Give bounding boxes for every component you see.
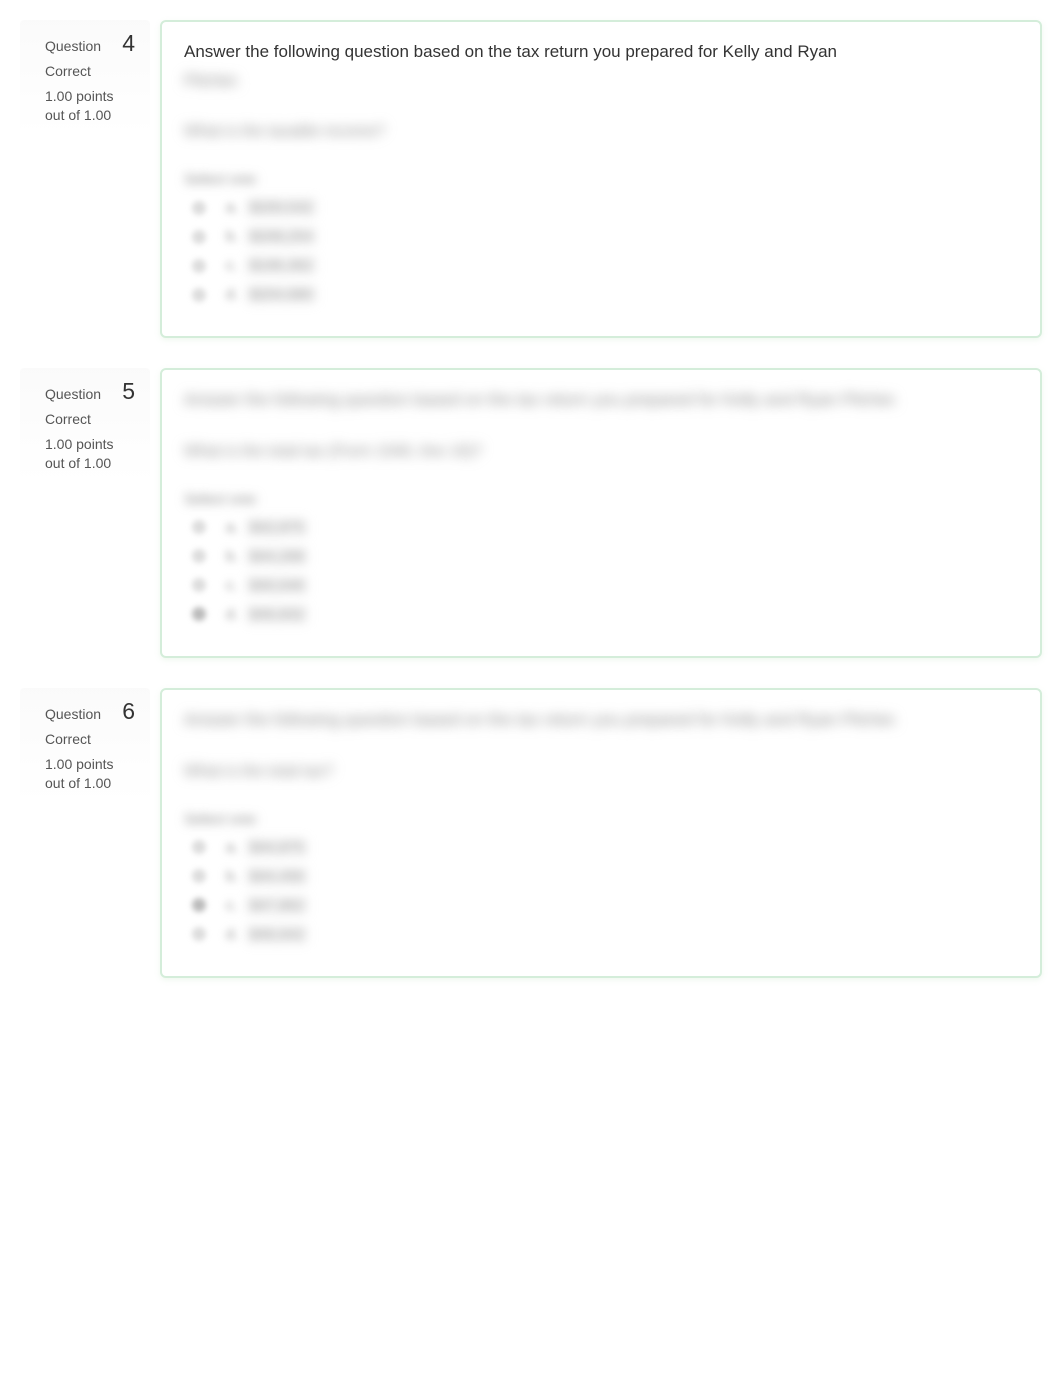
option-letter: a. xyxy=(226,839,240,856)
option-letter: a. xyxy=(226,519,240,536)
option-row[interactable]: d. $204,680 xyxy=(184,285,1018,304)
question-text: Answer the following question based on t… xyxy=(184,40,1018,65)
question-points: 1.00 points out of 1.00 xyxy=(45,755,135,793)
question-sub-prompt: What is the taxable income? xyxy=(184,123,1018,141)
question-block: Question 5 Correct 1.00 points out of 1.00 A… xyxy=(20,368,1042,658)
option-value: $44,875 xyxy=(246,838,308,857)
question-label-row: Question 5 xyxy=(45,378,135,405)
option-row[interactable]: a. $200,542 xyxy=(184,198,1018,217)
option-value: $44,456 xyxy=(246,867,308,886)
question-points: 1.00 points out of 1.00 xyxy=(45,87,135,125)
radio-icon[interactable] xyxy=(192,230,206,244)
option-value: $200,542 xyxy=(246,198,317,217)
question-info-panel: Question 5 Correct 1.00 points out of 1.00 xyxy=(20,368,150,483)
radio-icon[interactable] xyxy=(192,578,206,592)
select-one-label: Select one: xyxy=(184,811,1018,828)
option-letter: a. xyxy=(226,199,240,216)
question-label: Question xyxy=(45,38,101,54)
question-label-row: Question 4 xyxy=(45,30,135,57)
question-content-panel: Answer the following question based on t… xyxy=(160,688,1042,978)
option-value: $196,362 xyxy=(246,256,317,275)
question-points: 1.00 points out of 1.00 xyxy=(45,435,135,473)
radio-icon[interactable] xyxy=(192,869,206,883)
option-row[interactable]: c. $196,362 xyxy=(184,256,1018,275)
option-letter: d. xyxy=(226,606,240,623)
option-letter: b. xyxy=(226,548,240,565)
question-label: Question xyxy=(45,706,101,722)
question-text-blurred: Answer the following question based on t… xyxy=(184,388,1018,413)
radio-icon[interactable] xyxy=(192,259,206,273)
select-one-label: Select one: xyxy=(184,491,1018,508)
question-block: Question 4 Correct 1.00 points out of 1.00 A… xyxy=(20,20,1042,338)
option-letter: c. xyxy=(226,257,240,274)
option-row[interactable]: d. $46,642 xyxy=(184,925,1018,944)
option-letter: d. xyxy=(226,926,240,943)
radio-icon[interactable] xyxy=(192,898,206,912)
option-value: $208,254 xyxy=(246,227,317,246)
question-text-blurred: Pitcher. xyxy=(184,69,1018,94)
radio-icon[interactable] xyxy=(192,927,206,941)
option-letter: c. xyxy=(226,577,240,594)
option-row[interactable]: c. $47,862 xyxy=(184,896,1018,915)
question-number: 6 xyxy=(122,698,135,725)
option-row[interactable]: d. $46,832 xyxy=(184,605,1018,624)
option-letter: b. xyxy=(226,868,240,885)
radio-icon[interactable] xyxy=(192,840,206,854)
option-letter: d. xyxy=(226,286,240,303)
question-number: 4 xyxy=(122,30,135,57)
question-status: Correct xyxy=(45,411,135,427)
question-status: Correct xyxy=(45,63,135,79)
question-info-panel: Question 6 Correct 1.00 points out of 1.00 xyxy=(20,688,150,803)
question-content-panel: Answer the following question based on t… xyxy=(160,368,1042,658)
option-row[interactable]: b. $208,254 xyxy=(184,227,1018,246)
radio-icon[interactable] xyxy=(192,201,206,215)
option-value: $42,875 xyxy=(246,518,308,537)
radio-icon[interactable] xyxy=(192,288,206,302)
option-value: $40,646 xyxy=(246,576,308,595)
question-number: 5 xyxy=(122,378,135,405)
option-value: $46,832 xyxy=(246,605,308,624)
question-sub-prompt: What is the total tax (Form 1040, line 1… xyxy=(184,443,1018,461)
option-value: $47,862 xyxy=(246,896,308,915)
option-value: $44,268 xyxy=(246,547,308,566)
option-row[interactable]: b. $44,456 xyxy=(184,867,1018,886)
option-value: $46,642 xyxy=(246,925,308,944)
question-info-panel: Question 4 Correct 1.00 points out of 1.00 xyxy=(20,20,150,135)
radio-icon[interactable] xyxy=(192,549,206,563)
option-value: $204,680 xyxy=(246,285,317,304)
question-text-blurred: Answer the following question based on t… xyxy=(184,708,1018,733)
option-letter: c. xyxy=(226,897,240,914)
question-status: Correct xyxy=(45,731,135,747)
radio-icon[interactable] xyxy=(192,607,206,621)
select-one-label: Select one: xyxy=(184,171,1018,188)
radio-icon[interactable] xyxy=(192,520,206,534)
question-block: Question 6 Correct 1.00 points out of 1.00 A… xyxy=(20,688,1042,978)
question-label: Question xyxy=(45,386,101,402)
question-sub-prompt: What is the total tax? xyxy=(184,763,1018,781)
option-row[interactable]: c. $40,646 xyxy=(184,576,1018,595)
question-label-row: Question 6 xyxy=(45,698,135,725)
option-row[interactable]: a. $42,875 xyxy=(184,518,1018,537)
option-row[interactable]: a. $44,875 xyxy=(184,838,1018,857)
option-letter: b. xyxy=(226,228,240,245)
option-row[interactable]: b. $44,268 xyxy=(184,547,1018,566)
question-content-panel: Answer the following question based on t… xyxy=(160,20,1042,338)
